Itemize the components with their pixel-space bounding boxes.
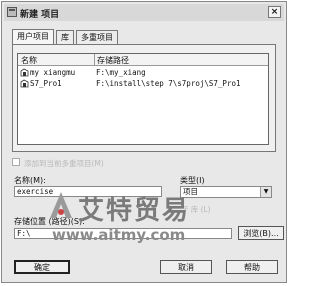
- project-path: F:\install\step 7\s7proj\S7_Pro1: [96, 79, 241, 88]
- dialog-title: 新建 项目: [20, 10, 60, 20]
- watermark-logo-icon: [50, 192, 72, 218]
- project-name: my xiangmu: [30, 68, 76, 77]
- chevron-down-icon[interactable]: ▼: [260, 187, 271, 197]
- add-to-multiproject-label: 添加到当前多重项目(M): [24, 159, 104, 168]
- name-label: 名称(M):: [14, 176, 46, 185]
- list-item[interactable]: my xiangmu F:\my_xiang: [18, 68, 268, 78]
- tab-panel: 名称 存储路径 my xiangmu F:\my_xiang S7_Pro1 F…: [12, 44, 276, 152]
- help-button[interactable]: 帮助: [226, 260, 278, 274]
- column-header-path[interactable]: 存储路径: [97, 55, 129, 66]
- list-header: 名称 存储路径: [18, 54, 268, 66]
- tab-user-projects[interactable]: 用户项目: [12, 29, 54, 44]
- column-header-name[interactable]: 名称: [21, 55, 37, 66]
- project-list[interactable]: 名称 存储路径 my xiangmu F:\my_xiang S7_Pro1 F…: [17, 53, 269, 145]
- watermark-text: 艾特贸易: [78, 196, 191, 226]
- tab-multiprojects[interactable]: 多重项目: [76, 30, 118, 44]
- watermark-url: www.aitmy.com: [52, 226, 186, 244]
- list-item[interactable]: S7_Pro1 F:\install\step 7\s7proj\S7_Pro1: [18, 79, 268, 89]
- column-divider[interactable]: [94, 54, 95, 65]
- project-name: S7_Pro1: [30, 79, 62, 88]
- simatic-window-icon: [7, 7, 17, 17]
- new-project-dialog: 新建 项目 × 用户项目 库 多重项目 名称 存储路径 my xiangmu F…: [1, 1, 287, 283]
- ok-button[interactable]: 确定: [14, 260, 70, 274]
- cancel-button[interactable]: 取消: [160, 260, 212, 274]
- close-icon: ×: [270, 6, 279, 17]
- close-button[interactable]: ×: [268, 6, 281, 18]
- project-icon: [20, 68, 29, 77]
- title-bar: 新建 项目 ×: [4, 4, 284, 21]
- tab-libraries[interactable]: 库: [56, 30, 74, 44]
- add-to-multiproject-checkbox[interactable]: [12, 158, 20, 166]
- watermark: 艾特贸易 www.aitmy.com: [48, 190, 248, 246]
- project-path: F:\my_xiang: [96, 68, 146, 77]
- project-icon: [20, 79, 29, 88]
- type-label: 类型(I): [180, 176, 205, 185]
